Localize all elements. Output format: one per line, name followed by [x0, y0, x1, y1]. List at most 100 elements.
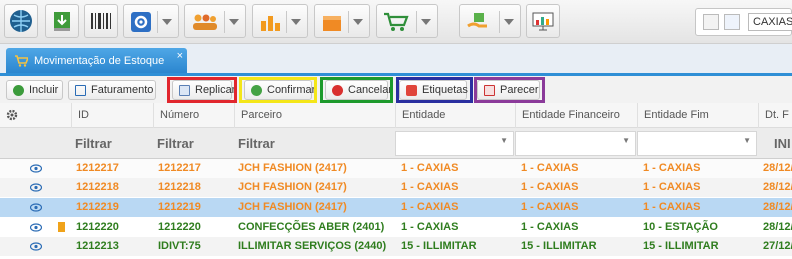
cell-dt: 28/12/ [763, 162, 792, 174]
cell-numero: IDIVT:75 [158, 240, 201, 252]
cell-id: 1212219 [76, 201, 119, 213]
people-menu-button[interactable] [184, 4, 246, 38]
cell-parceiro: JCH FASHION (2417) [238, 181, 347, 193]
chevron-down-icon [353, 19, 363, 25]
chevron-down-icon [291, 19, 301, 25]
dashboard-icon[interactable] [526, 4, 560, 38]
cell-numero: 1212220 [158, 221, 201, 233]
globe-icon[interactable] [4, 4, 38, 38]
inventory-menu-button[interactable] [314, 4, 370, 38]
cell-parceiro: ILLIMITAR SERVIÇOS (2440) [238, 240, 387, 252]
eye-icon[interactable] [30, 242, 42, 251]
sales-menu-button[interactable] [376, 4, 438, 38]
column-header-dt[interactable]: Dt. F [758, 103, 792, 128]
column-header-entidade-fim[interactable]: Entidade Fim [637, 103, 758, 128]
cell-entidade-fim: 15 - ILLIMITAR [643, 240, 719, 252]
chevron-down-icon: ▼ [500, 136, 508, 145]
plus-icon [13, 84, 24, 96]
reports-menu-button[interactable] [252, 4, 308, 38]
column-header-id[interactable]: ID [71, 103, 153, 128]
chevron-down-icon: ▼ [743, 136, 751, 145]
filter-id[interactable]: Filtrar [71, 131, 153, 156]
cell-numero: 1212218 [158, 181, 201, 193]
cell-entidade-financeiro: 1 - CAXIAS [521, 181, 579, 193]
filter-dt[interactable]: INI [770, 131, 792, 156]
cell-entidade: 1 - CAXIAS [401, 201, 459, 213]
cart-icon [75, 84, 86, 96]
cell-entidade: 1 - CAXIAS [401, 162, 459, 174]
cell-entidade-fim: 10 - ESTAÇÃO [643, 221, 718, 233]
cell-entidade: 1 - CAXIAS [401, 181, 459, 193]
column-header-entidade-financeiro[interactable]: Entidade Financeiro [515, 103, 637, 128]
eye-icon[interactable] [30, 164, 42, 173]
replicar-highlight [167, 77, 237, 103]
chevron-down-icon [504, 19, 514, 25]
chevron-down-icon [229, 19, 239, 25]
cell-id: 1212217 [76, 162, 119, 174]
cell-entidade: 15 - ILLIMITAR [401, 240, 477, 252]
chat-icon[interactable] [724, 14, 740, 30]
logistics-menu-button[interactable] [459, 4, 521, 38]
hand-box-icon [467, 13, 487, 28]
filter-financeiro-select[interactable]: ▼ [515, 131, 636, 156]
cart-icon [15, 55, 28, 67]
settings-menu-button[interactable] [123, 4, 179, 38]
cell-entidade-fim: 1 - CAXIAS [643, 162, 701, 174]
cell-entidade-financeiro: 1 - CAXIAS [521, 221, 579, 233]
cell-dt: 28/12/ [763, 201, 792, 213]
table-row[interactable]: 1212218 1212218 JCH FASHION (2417) 1 - C… [0, 178, 792, 197]
gear-icon[interactable] [6, 109, 18, 121]
cell-numero: 1212219 [158, 201, 201, 213]
column-header-numero[interactable]: Número [153, 103, 234, 128]
status-flag-icon [58, 222, 65, 232]
cell-entidade: 1 - CAXIAS [401, 221, 459, 233]
cell-dt: 28/12/ [763, 181, 792, 193]
grid-filter-row: Filtrar Filtrar Filtrar ▼ ▼ ▼ INI [0, 128, 792, 159]
cell-entidade-financeiro: 15 - ILLIMITAR [521, 240, 597, 252]
cell-parceiro: CONFECÇÕES ABER (2401) [238, 221, 385, 233]
cell-entidade-fim: 1 - CAXIAS [643, 201, 701, 213]
tab-movimentacao-estoque[interactable]: Movimentação de Estoque × [6, 48, 187, 73]
chevron-down-icon [162, 19, 172, 25]
etiquetas-highlight [396, 77, 473, 103]
tab-strip: Movimentação de Estoque × [0, 44, 792, 76]
filter-entidade-select[interactable]: ▼ [395, 131, 514, 156]
user-company-selector[interactable]: CAXIAS [695, 8, 792, 36]
user-icon[interactable] [703, 14, 719, 30]
eye-icon[interactable] [30, 223, 42, 232]
faturamento-label: Faturamento [91, 84, 154, 96]
cell-id: 1212213 [76, 240, 119, 252]
table-row[interactable]: 1212213 IDIVT:75 ILLIMITAR SERVIÇOS (244… [0, 237, 792, 256]
filter-numero[interactable]: Filtrar [153, 131, 234, 156]
cell-dt: 27/12/ [763, 240, 792, 252]
faturamento-button[interactable]: Faturamento [68, 80, 156, 100]
gear-icon [131, 12, 151, 32]
grid-header: ID Número Parceiro Entidade Entidade Fin… [0, 103, 792, 128]
cancelar-highlight [320, 77, 393, 103]
filter-parceiro[interactable]: Filtrar [234, 131, 395, 156]
eye-icon[interactable] [30, 203, 42, 212]
chevron-down-icon [421, 19, 431, 25]
confirmar-highlight [239, 77, 317, 103]
chevron-down-icon: ▼ [622, 136, 630, 145]
cell-id: 1212218 [76, 181, 119, 193]
cell-entidade-fim: 1 - CAXIAS [643, 181, 701, 193]
table-row[interactable]: 1212217 1212217 JCH FASHION (2417) 1 - C… [0, 159, 792, 178]
table-row[interactable]: 1212220 1212220 CONFECÇÕES ABER (2401) 1… [0, 218, 792, 237]
stock-movement-grid: ID Número Parceiro Entidade Entidade Fin… [0, 103, 792, 259]
close-icon[interactable]: × [177, 50, 183, 62]
download-box-icon[interactable] [45, 4, 79, 38]
tab-label: Movimentação de Estoque [34, 55, 165, 67]
table-row-selected[interactable]: 1212219 1212219 JCH FASHION (2417) 1 - C… [0, 198, 792, 217]
people-icon [193, 14, 217, 30]
parecer-highlight [474, 77, 545, 103]
column-header-entidade[interactable]: Entidade [395, 103, 515, 128]
barcode-icon[interactable] [84, 4, 118, 38]
company-field[interactable]: CAXIAS [748, 13, 792, 31]
filter-fim-select[interactable]: ▼ [637, 131, 757, 156]
incluir-button[interactable]: Incluir [6, 80, 63, 100]
cell-entidade-financeiro: 1 - CAXIAS [521, 162, 579, 174]
column-header-parceiro[interactable]: Parceiro [234, 103, 395, 128]
eye-icon[interactable] [30, 183, 42, 192]
bar-chart-icon [261, 16, 280, 31]
